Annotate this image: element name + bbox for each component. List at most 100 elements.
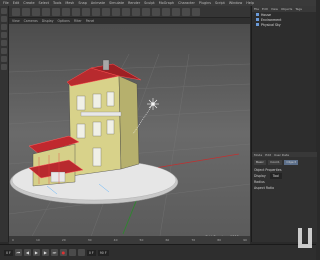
- object-item[interactable]: Physical Sky: [252, 22, 316, 27]
- menu-simulate[interactable]: Simulate: [109, 1, 124, 5]
- attr-row: Aspect Ratio: [254, 185, 315, 191]
- menu-help[interactable]: Help: [246, 1, 254, 5]
- menu-render[interactable]: Render: [128, 1, 140, 5]
- redo-icon[interactable]: [22, 8, 30, 16]
- menu-mograph[interactable]: MoGraph: [159, 1, 174, 5]
- top-toolbar: [9, 6, 250, 18]
- viewport-menu-options[interactable]: Options: [58, 19, 70, 23]
- menu-mesh[interactable]: Mesh: [65, 1, 74, 5]
- move-icon[interactable]: [42, 8, 50, 16]
- tool-icon[interactable]: [1, 32, 7, 38]
- attr-tab-edit[interactable]: Edit: [265, 153, 271, 157]
- attr-coord-button[interactable]: Coord.: [268, 160, 283, 165]
- menu-select[interactable]: Select: [39, 1, 49, 5]
- menu-script[interactable]: Script: [215, 1, 225, 5]
- transport-bar: 0 F ⏮ ◀ ▶ ▶ ⏭ ● 0 F 90 F: [0, 244, 316, 260]
- key-icon[interactable]: [77, 249, 85, 256]
- camera-icon[interactable]: [182, 8, 190, 16]
- scale-icon[interactable]: [52, 8, 60, 16]
- record-icon[interactable]: ●: [59, 249, 67, 256]
- move-icon[interactable]: [1, 8, 7, 14]
- objects-menu-objects[interactable]: Objects: [281, 7, 292, 11]
- nurbs-icon[interactable]: [142, 8, 150, 16]
- attr-value[interactable]: Tool: [269, 173, 282, 179]
- timeline-mark: 90: [243, 238, 247, 242]
- attr-tab-user-data[interactable]: User Data: [274, 153, 289, 157]
- menu-character[interactable]: Character: [178, 1, 195, 5]
- timeline[interactable]: 0 10 20 30 40 50 60 70 80 90: [9, 236, 250, 244]
- render-icon[interactable]: [102, 8, 110, 16]
- spline-icon[interactable]: [132, 8, 140, 16]
- rotate-icon[interactable]: [1, 24, 7, 30]
- menu-file[interactable]: File: [3, 1, 9, 5]
- cube-icon[interactable]: [122, 8, 130, 16]
- menu-animate[interactable]: Animate: [91, 1, 105, 5]
- object-icon: [256, 23, 259, 26]
- objects-menu-view[interactable]: View: [271, 7, 278, 11]
- objects-menu-tags[interactable]: Tags: [295, 7, 302, 11]
- timeline-mark: 50: [139, 238, 144, 242]
- axis-x-icon[interactable]: [72, 8, 80, 16]
- left-toolbar: [0, 6, 9, 242]
- menu-tools[interactable]: Tools: [53, 1, 61, 5]
- viewport-menu-cameras[interactable]: Cameras: [24, 19, 38, 23]
- tool-icon[interactable]: [1, 40, 7, 46]
- object-label: Environment: [261, 17, 282, 22]
- objects-menu-file[interactable]: File: [254, 7, 259, 11]
- play-icon[interactable]: ▶: [32, 249, 40, 256]
- menu-plugins[interactable]: Plugins: [199, 1, 211, 5]
- timeline-mark: 80: [217, 238, 222, 242]
- undo-icon[interactable]: [12, 8, 20, 16]
- menu-create[interactable]: Create: [23, 1, 34, 5]
- current-frame-field[interactable]: 0 F: [86, 249, 96, 256]
- array-icon[interactable]: [152, 8, 160, 16]
- timeline-mark: 60: [165, 238, 170, 242]
- objects-menu-edit[interactable]: Edit: [262, 7, 268, 11]
- timeline-mark: 0: [12, 238, 14, 242]
- select-icon[interactable]: [32, 8, 40, 16]
- menu-window[interactable]: Window: [229, 1, 242, 5]
- tool-icon[interactable]: [1, 64, 7, 70]
- timeline-mark: 10: [35, 238, 40, 242]
- object-icon: [256, 13, 259, 16]
- rotate-icon[interactable]: [62, 8, 70, 16]
- go-end-icon[interactable]: ⏭: [50, 249, 58, 256]
- viewport-menu-display[interactable]: Display: [42, 19, 54, 23]
- timeline-mark: 40: [113, 238, 118, 242]
- 3d-viewport[interactable]: Grid Spacing : 1000 cm: [9, 24, 250, 242]
- timeline-mark: 70: [191, 238, 196, 242]
- viewport-scene: Grid Spacing : 1000 cm: [9, 24, 250, 242]
- timeline-mark: 30: [87, 238, 92, 242]
- tool-icon[interactable]: [1, 56, 7, 62]
- attr-label: Aspect Ratio: [254, 186, 275, 190]
- viewport-menu-filter[interactable]: Filter: [74, 19, 82, 23]
- timeline-mark: 20: [61, 238, 66, 242]
- viewport-menu-view[interactable]: View: [12, 19, 20, 23]
- light-icon[interactable]: [192, 8, 200, 16]
- step-forward-icon[interactable]: ▶: [41, 249, 49, 256]
- attr-object-button[interactable]: Object: [284, 160, 299, 165]
- step-back-icon[interactable]: ◀: [23, 249, 31, 256]
- start-frame-field[interactable]: 0 F: [4, 249, 13, 256]
- go-start-icon[interactable]: ⏮: [14, 249, 22, 256]
- render-view-icon[interactable]: [112, 8, 120, 16]
- viewport-menu-panel[interactable]: Panel: [86, 19, 95, 23]
- end-frame-field[interactable]: 90 F: [97, 249, 109, 256]
- logo-icon: [298, 228, 312, 248]
- attr-basic-button[interactable]: Basic: [254, 160, 266, 165]
- tool-icon[interactable]: [1, 48, 7, 54]
- deformer-icon[interactable]: [162, 8, 170, 16]
- axis-z-icon[interactable]: [92, 8, 100, 16]
- object-label: House: [261, 12, 271, 17]
- menu-snap[interactable]: Snap: [78, 1, 87, 5]
- object-icon: [256, 18, 259, 21]
- key-icon[interactable]: [68, 249, 76, 256]
- scene-icon[interactable]: [172, 8, 180, 16]
- menu-edit[interactable]: Edit: [13, 1, 20, 5]
- object-label: Physical Sky: [261, 22, 281, 27]
- scale-icon[interactable]: [1, 16, 7, 22]
- menu-sculpt[interactable]: Sculpt: [144, 1, 155, 5]
- right-panel: File Edit View Objects Tags House Enviro…: [251, 6, 317, 242]
- axis-y-icon[interactable]: [82, 8, 90, 16]
- attr-tab-mode[interactable]: Mode: [254, 153, 262, 157]
